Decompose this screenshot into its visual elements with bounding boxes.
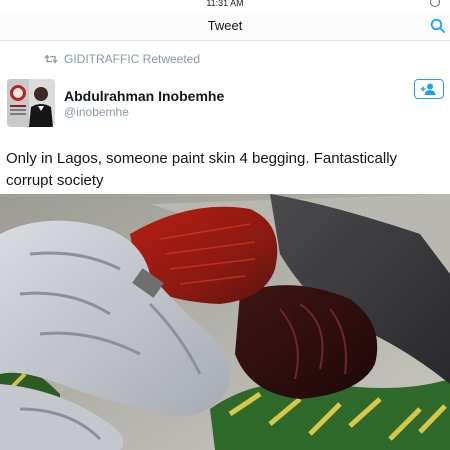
- tweet-photo[interactable]: [0, 194, 450, 450]
- follow-button[interactable]: [414, 79, 444, 99]
- tweet-detail-screen: 11:31 AM Tweet GIDITRAFFIC Retweeted Abd…: [0, 0, 450, 450]
- retweet-context[interactable]: GIDITRAFFIC Retweeted: [44, 52, 200, 66]
- status-indicator-icon: [430, 0, 440, 7]
- tweet-text: Only in Lagos, someone paint skin 4 begg…: [6, 150, 398, 189]
- navigation-bar: Tweet: [0, 12, 450, 41]
- retweet-icon: [44, 54, 58, 64]
- retweet-label: GIDITRAFFIC Retweeted: [64, 52, 201, 66]
- author-handle[interactable]: @inobemhe: [64, 105, 129, 119]
- status-time: 11:31 AM: [206, 0, 244, 8]
- status-bar: 11:31 AM: [0, 0, 450, 12]
- search-icon[interactable]: [430, 18, 446, 34]
- avatar[interactable]: [7, 79, 55, 127]
- add-user-icon: [420, 83, 436, 95]
- page-title: Tweet: [207, 18, 243, 33]
- author-name[interactable]: Abdulrahman Inobemhe: [64, 88, 224, 104]
